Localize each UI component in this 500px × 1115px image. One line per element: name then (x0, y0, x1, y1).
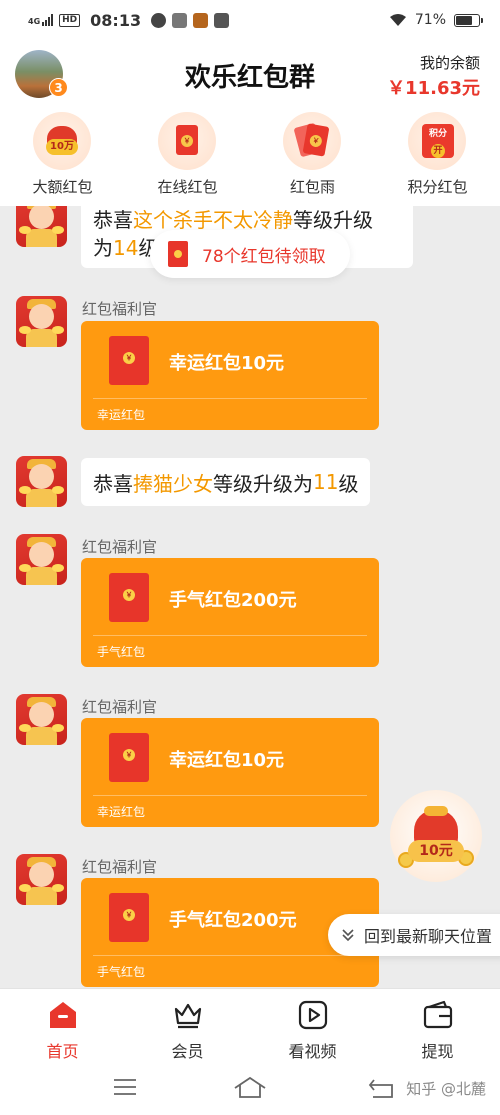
clock: 08:13 (90, 10, 142, 30)
system-nav-bar: 知乎 @北麓 (0, 1064, 500, 1115)
sender-avatar[interactable] (16, 456, 67, 507)
sender-name: 红包福利官 (82, 538, 158, 556)
red-envelope-amount: 手气红包200元 (169, 910, 297, 931)
red-envelope-amount: 幸运红包10元 (169, 750, 285, 771)
status-bar: 4G HD 08:13 71% (0, 0, 500, 40)
red-envelope-rain-icon: ￥ (283, 112, 341, 170)
sender-name: 红包福利官 (82, 858, 158, 876)
red-envelope-card[interactable]: ￥ 幸运红包10元 幸运红包 (81, 718, 379, 827)
menu-item-points-red-envelope[interactable]: 积分开 积分红包 (375, 108, 500, 206)
nav-label: 会员 (171, 1042, 204, 1061)
menu-item-online-red-envelope[interactable]: ￥ 在线红包 (125, 108, 250, 206)
nav-label: 首页 (46, 1042, 79, 1061)
battery-icon (454, 13, 483, 27)
red-envelope-type: 幸运红包 (97, 408, 146, 422)
red-envelope-card[interactable]: ￥ 幸运红包10元 幸运红包 (81, 321, 379, 430)
play-video-icon (298, 1000, 328, 1030)
crown-icon (174, 1003, 202, 1029)
red-envelope-amount: 幸运红包10元 (169, 353, 285, 374)
sender-name: 红包福利官 (82, 300, 158, 318)
nav-label: 提现 (421, 1042, 454, 1061)
wallet-icon (423, 1000, 453, 1029)
sender-avatar[interactable] (16, 854, 67, 905)
battery-percent: 71% (414, 12, 446, 28)
red-envelope-icon: ￥ (109, 733, 149, 782)
group-header: 3 欢乐红包群 我的余额 ￥11.63元 (0, 40, 500, 108)
sender-avatar[interactable] (16, 534, 67, 585)
red-envelope-icon: ￥ (109, 893, 149, 942)
sender-avatar[interactable] (16, 694, 67, 745)
signal-icon: 4G (28, 14, 54, 26)
sender-avatar[interactable] (16, 296, 67, 347)
red-envelope-type: 手气红包 (97, 965, 146, 979)
menu-icon[interactable] (112, 1076, 138, 1098)
wifi-icon (389, 14, 406, 26)
pending-red-envelopes-button[interactable]: 78个红包待领取 (150, 230, 350, 278)
big-red-bag-icon: 10万 (33, 112, 91, 170)
home-button-icon[interactable] (233, 1076, 267, 1100)
nav-watch-video[interactable]: 看视频 (250, 989, 375, 1064)
network-type: 4G (28, 17, 41, 26)
system-message: 恭喜 捧猫少女 等级升级为 11 级 (81, 458, 371, 506)
notification-icon (151, 12, 167, 28)
balance-value[interactable]: ￥11.63元 (387, 74, 480, 100)
notification-icon (172, 12, 188, 28)
floating-red-bag-button[interactable]: 10元 (390, 790, 482, 882)
online-red-envelope-icon: ￥ (158, 112, 216, 170)
menu-item-big-red-envelope[interactable]: 10万 大额红包 (0, 108, 125, 206)
menu-item-label: 积分红包 (407, 178, 468, 196)
sender-avatar[interactable] (16, 206, 67, 247)
red-envelope-icon: ￥ (109, 336, 149, 385)
nav-home[interactable]: 首页 (0, 989, 125, 1064)
red-envelope-type: 幸运红包 (97, 805, 146, 819)
menu-item-label: 红包雨 (289, 178, 335, 196)
feature-menu: 10万 大额红包 ￥ 在线红包 ￥ 红包雨 积分开 积分红包 (0, 108, 500, 206)
chat-list[interactable]: 恭喜这个杀手不太冷静等级升级 为14级 78个红包待领取 红包福利官 ￥ 幸运红… (0, 206, 500, 988)
pending-label: 78个红包待领取 (202, 246, 326, 267)
watermark: 知乎 @北麓 (406, 1080, 486, 1098)
jump-to-latest-button[interactable]: 回到最新聊天位置 (328, 914, 500, 956)
double-chevron-down-icon (342, 929, 354, 942)
notification-icon (214, 12, 230, 28)
red-envelope-icon: ￥ (109, 573, 149, 622)
jump-to-latest-label: 回到最新聊天位置 (364, 927, 493, 946)
red-envelope-type: 手气红包 (97, 645, 146, 659)
points-red-envelope-icon: 积分开 (408, 112, 466, 170)
menu-item-label: 在线红包 (157, 178, 218, 196)
red-envelope-amount: 手气红包200元 (169, 590, 297, 611)
back-icon[interactable] (368, 1076, 396, 1100)
nav-withdraw[interactable]: 提现 (375, 989, 500, 1064)
red-envelope-card[interactable]: ￥ 手气红包200元 手气红包 (81, 558, 379, 667)
balance-label[interactable]: 我的余额 (420, 52, 480, 73)
hd-badge: HD (59, 13, 81, 27)
menu-item-red-envelope-rain[interactable]: ￥ 红包雨 (250, 108, 375, 206)
notification-icon (193, 12, 209, 28)
menu-item-label: 大额红包 (32, 178, 93, 196)
red-envelope-icon (168, 241, 188, 267)
nav-label: 看视频 (288, 1042, 337, 1061)
sender-name: 红包福利官 (82, 698, 158, 716)
nav-membership[interactable]: 会员 (125, 989, 250, 1064)
floating-bag-amount: 10元 (408, 840, 464, 862)
bottom-nav: 首页 会员 看视频 提现 (0, 988, 500, 1064)
home-icon (50, 1002, 76, 1028)
